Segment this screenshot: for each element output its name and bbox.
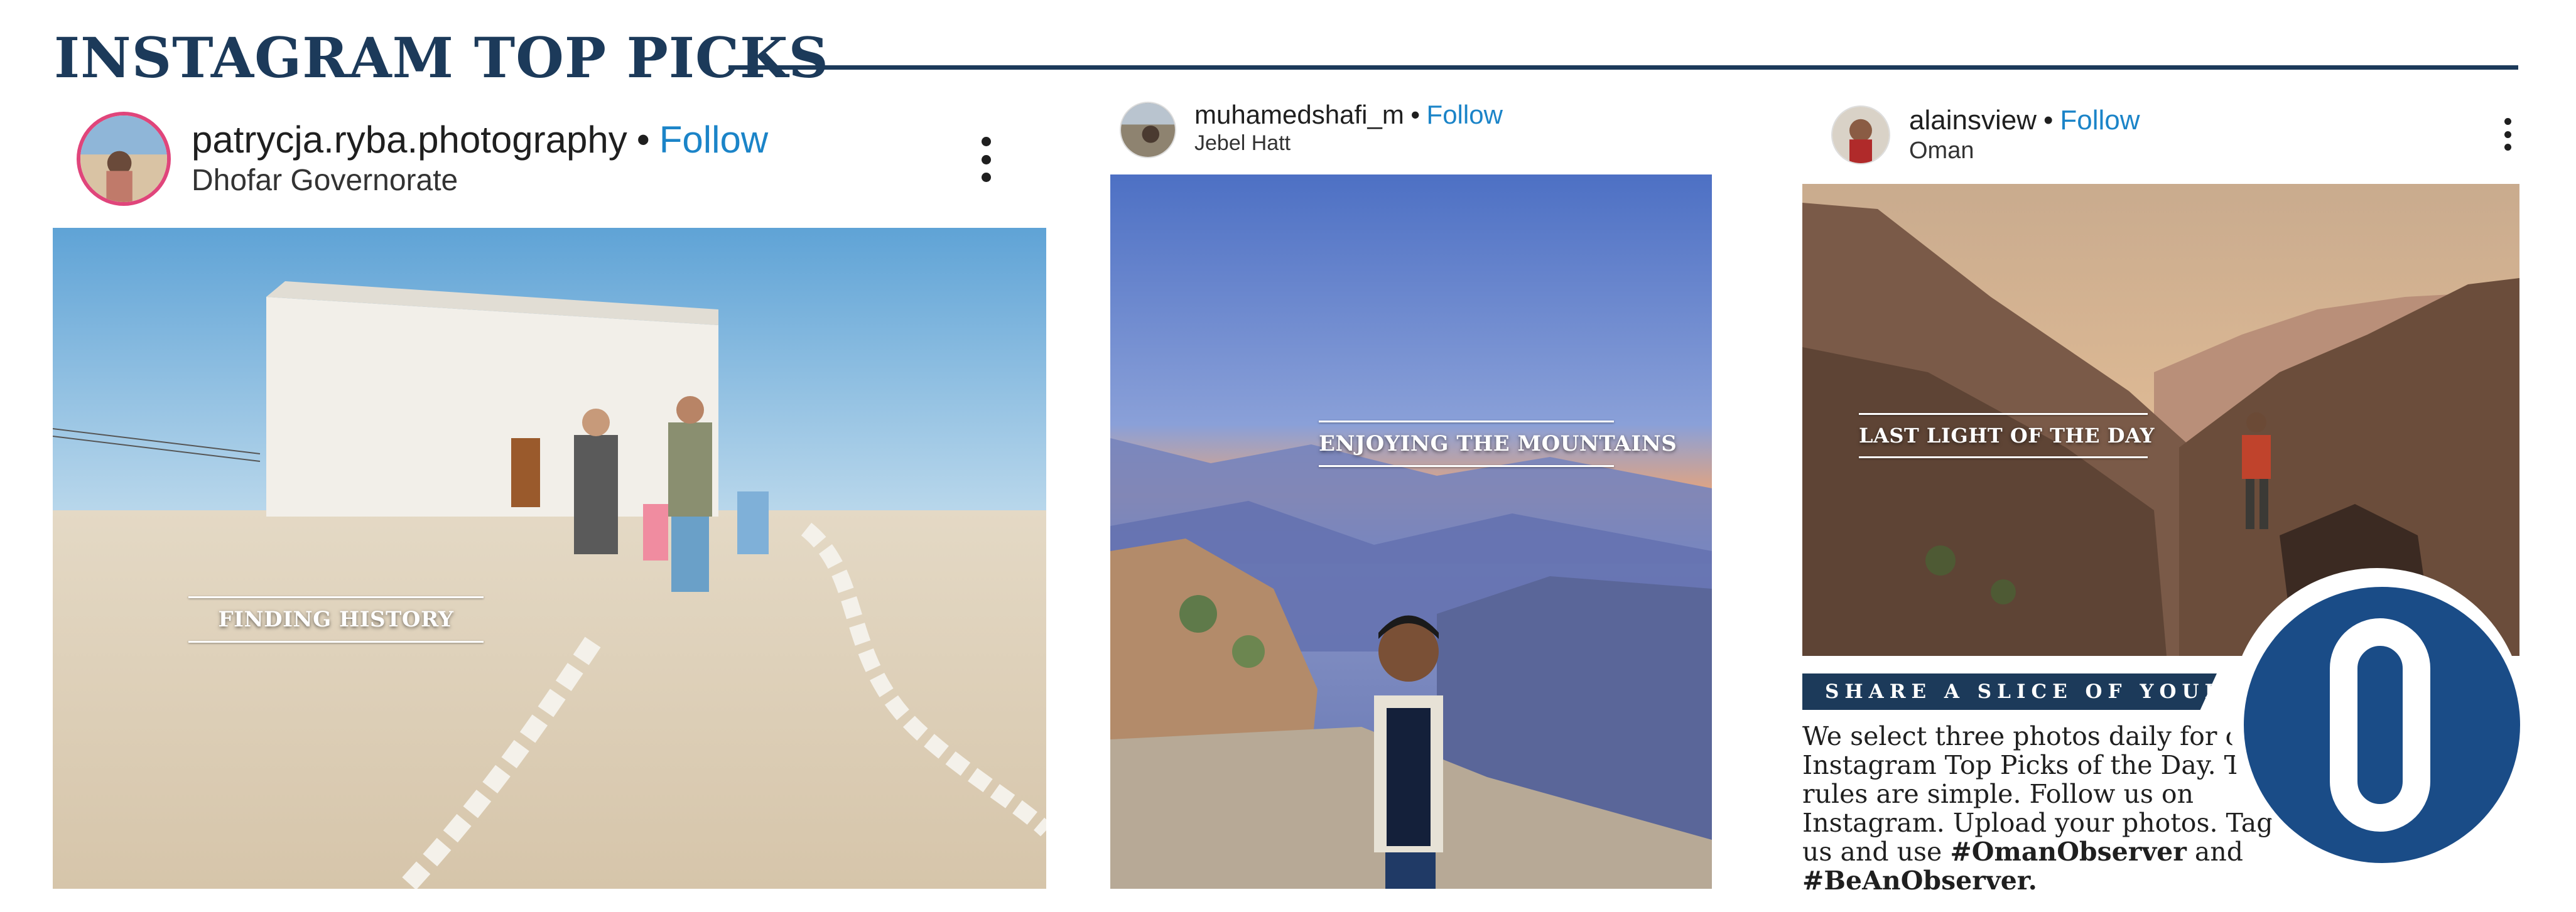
user-avatar-icon [1121,103,1175,157]
post1-username-line: patrycja.ryba.photography • Follow [192,118,768,162]
post2-follow-button[interactable]: Follow [1427,100,1503,129]
post1-caption-text: FINDING HISTORY [218,607,454,632]
post1-avatar[interactable] [77,112,171,206]
separator-dot: • [2043,105,2054,136]
share-body: We select three photos daily for our Ins… [1802,722,2280,895]
page-title: INSTAGRAM TOP PICKS [54,25,830,90]
post3-username-line: alainsview • Follow [1909,104,2140,137]
post3-avatar[interactable] [1831,105,1890,164]
post1-follow-button[interactable]: Follow [659,119,768,161]
hashtag-be-an-observer[interactable]: #BeAnObserver. [1802,866,2037,896]
caption-rule-bottom [1859,456,2148,458]
page: INSTAGRAM TOP PICKS patrycja.ryba.photog… [0,0,2576,912]
user-avatar-icon [1832,107,1889,163]
post3-more-vertical-icon[interactable] [2503,118,2512,151]
post3-caption-text: LAST LIGHT OF THE DAY [1859,424,2155,448]
separator-dot: • [636,119,650,161]
header-rule [728,65,2518,70]
post1-username[interactable]: patrycja.ryba.photography [192,119,627,161]
post3-username[interactable]: alainsview [1909,105,2037,136]
hashtag-oman-observer[interactable]: #OmanObserver [1950,837,2187,867]
post3-caption: LAST LIGHT OF THE DAY [1859,413,2155,458]
post1-location[interactable]: Dhofar Governorate [192,163,458,198]
separator-dot: • [1410,100,1421,129]
post2-photo[interactable] [1110,174,1712,889]
post2-avatar[interactable] [1120,102,1176,158]
share-body-and: and [2194,837,2244,867]
observer-logo-letter-icon [2330,618,2430,832]
post2-location[interactable]: Jebel Hatt [1194,131,1291,156]
post1-photo[interactable] [53,228,1046,889]
post1-more-vertical-icon[interactable] [980,137,992,182]
post2-caption-text: ENJOYING THE MOUNTAINS [1319,431,1677,456]
post2-username-line: muhamedshafi_m • Follow [1194,99,1503,131]
user-avatar-icon [80,115,167,202]
post2-caption: ENJOYING THE MOUNTAINS [1319,421,1677,467]
post3-follow-button[interactable]: Follow [2060,105,2140,136]
post3-location[interactable]: Oman [1909,137,1974,164]
post2-username[interactable]: muhamedshafi_m [1194,100,1404,129]
caption-rule-bottom [1319,465,1614,467]
post1-caption: FINDING HISTORY [188,596,484,643]
caption-rule-bottom [188,641,484,643]
